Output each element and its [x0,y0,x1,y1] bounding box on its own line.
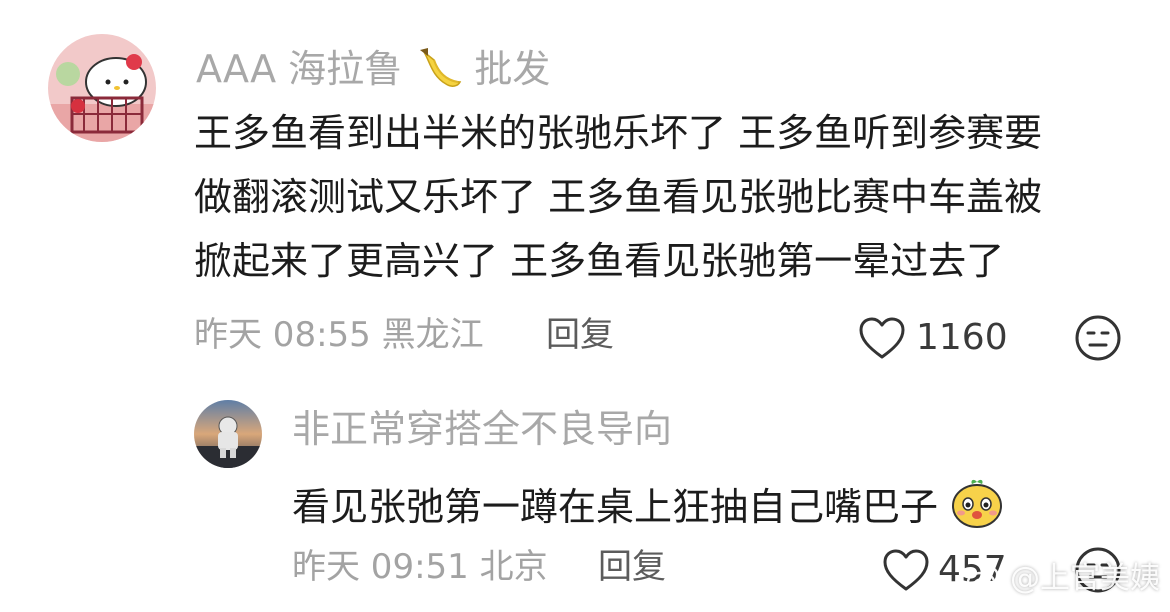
comment-meta: 昨天 09:51 北京 [292,550,548,584]
cute-face-emoji-icon [950,478,1004,536]
hello-kitty-avatar-image [48,34,156,142]
heart-icon [882,548,930,596]
comment-username[interactable]: 非正常穿搭全不良导向 [292,410,672,448]
comment-line: 做翻滚测试又乐坏了 王多鱼看见张驰比赛中车盖被 [194,175,1043,219]
weibo-logo-icon [966,564,1000,602]
watermark-name: 上官美姨 [1040,561,1160,596]
dislike-button[interactable] [1074,314,1122,362]
like-button[interactable]: 1160 [858,312,1018,362]
comment-time: 昨天 09:51 [292,547,469,587]
username-text: AAA 海拉鲁 [196,47,403,91]
reply-button[interactable]: 回复 [546,318,614,352]
comment-location: 黑龙江 [381,315,484,355]
comment-line: 王多鱼看到出半米的张驰乐坏了 王多鱼听到参赛要 [194,111,1043,155]
watermark: @上官美姨 [966,553,1160,602]
avatar[interactable] [48,34,156,142]
comment-meta: 昨天 08:55 黑龙江 [194,318,484,352]
heart-icon [858,316,906,364]
watermark-prefix: @ [1010,561,1040,596]
neutral-face-icon [1075,315,1121,361]
comment-time: 昨天 08:55 [194,315,371,355]
comment-location: 北京 [479,547,548,587]
like-count: 1160 [916,317,1008,358]
comment-text: 看见张弛第一蹲在桌上狂抽自己嘴巴子 [292,485,939,529]
username-suffix: 批发 [474,47,551,91]
reply-button[interactable]: 回复 [598,550,666,584]
comment-line: 掀起来了更高兴了 王多鱼看见张驰第一晕过去了 [194,239,1005,283]
avatar[interactable] [194,400,262,468]
comment-username[interactable]: AAA 海拉鲁 批发 [196,46,550,98]
comment-body: 王多鱼看到出半米的张驰乐坏了 王多鱼听到参赛要 做翻滚测试又乐坏了 王多鱼看见张… [194,114,1042,306]
comment-body: 看见张弛第一蹲在桌上狂抽自己嘴巴子 [292,478,1004,536]
banana-icon [414,46,462,98]
astronaut-avatar-image [194,400,262,468]
